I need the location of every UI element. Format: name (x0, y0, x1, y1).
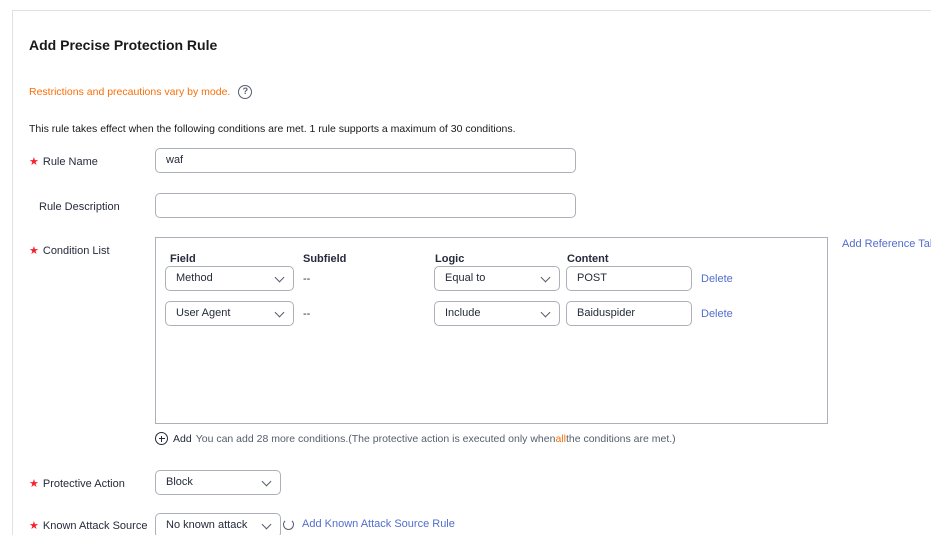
logic-column-header: Logic (435, 253, 465, 265)
delete-condition-link[interactable]: Delete (701, 308, 733, 320)
known-attack-source-label: ★ Known Attack Source (29, 520, 148, 532)
mode-notice: Restrictions and precautions vary by mod… (29, 85, 253, 99)
add-known-attack-source-link[interactable]: Add Known Attack Source Rule (302, 518, 455, 530)
refresh-icon[interactable] (283, 519, 294, 530)
condition-logic-select[interactable]: Equal to (434, 266, 560, 291)
condition-field-select[interactable]: User Agent (165, 301, 294, 326)
condition-subfield: -- (303, 273, 311, 285)
required-mark: ★ (29, 478, 39, 490)
rule-form-panel: Add Precise Protection Rule Restrictions… (12, 10, 931, 535)
condition-subfield: -- (303, 308, 311, 320)
chevron-down-icon (540, 272, 551, 283)
chevron-down-icon (274, 307, 285, 318)
required-mark: ★ (29, 245, 39, 257)
rule-name-label: ★ Rule Name (29, 156, 98, 168)
add-hint-highlight: all (555, 432, 566, 445)
condition-content-input[interactable]: POST (566, 266, 692, 291)
rule-description-label: Rule Description (39, 201, 120, 213)
condition-content-input[interactable]: Baiduspider (566, 301, 692, 326)
add-hint-prefix: You can add 28 more conditions.(The prot… (195, 432, 556, 445)
rule-info-text: This rule takes effect when the followin… (29, 123, 516, 135)
chevron-down-icon (274, 272, 285, 283)
add-reference-table-link[interactable]: Add Reference Table (842, 238, 931, 250)
required-mark: ★ (29, 520, 39, 532)
condition-logic-select[interactable]: Include (434, 301, 560, 326)
chevron-down-icon (540, 307, 551, 318)
mode-notice-text: Restrictions and precautions vary by mod… (29, 86, 231, 98)
add-condition-button[interactable]: Add (173, 433, 192, 445)
condition-list-table: Field Subfield Logic Content Method -- E… (155, 237, 828, 424)
add-hint-suffix: the conditions are met.) (565, 432, 676, 445)
protective-action-select[interactable]: Block (155, 470, 281, 495)
subfield-column-header: Subfield (303, 253, 347, 265)
content-column-header: Content (567, 253, 609, 265)
delete-condition-link[interactable]: Delete (701, 273, 733, 285)
help-icon[interactable]: ? (238, 85, 253, 99)
condition-field-select[interactable]: Method (165, 266, 294, 291)
known-attack-source-select[interactable]: No known attack (155, 513, 281, 535)
rule-description-input[interactable] (155, 193, 576, 218)
chevron-down-icon (261, 519, 272, 530)
required-mark: ★ (29, 156, 39, 168)
field-column-header: Field (170, 253, 196, 265)
rule-name-input[interactable]: waf (155, 148, 576, 173)
add-circle-icon[interactable] (155, 432, 168, 445)
protective-action-label: ★ Protective Action (29, 478, 125, 490)
condition-list-label: ★ Condition List (29, 245, 110, 257)
add-condition-row: Add You can add 28 more conditions.(The … (155, 432, 676, 445)
page-title: Add Precise Protection Rule (29, 37, 218, 53)
chevron-down-icon (261, 476, 272, 487)
